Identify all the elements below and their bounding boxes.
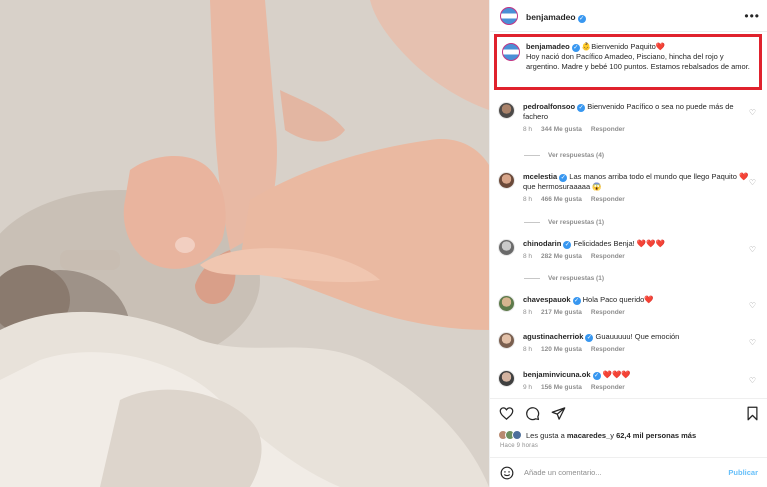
share-icon[interactable] bbox=[550, 406, 566, 422]
avatar bbox=[512, 430, 522, 440]
comment-like-heart-icon[interactable]: ♡ bbox=[749, 376, 756, 385]
post-header: benjamadeo ✓ ••• bbox=[490, 0, 767, 32]
post-photo[interactable] bbox=[0, 0, 489, 487]
caption-highlight-box: benjamadeo ✓ 👶Bienvenido Paquito❤️ Hoy na… bbox=[494, 34, 762, 90]
verified-badge-icon: ✓ bbox=[563, 241, 572, 249]
more-horizontal-icon[interactable]: ••• bbox=[744, 9, 760, 23]
caption-title: 👶Bienvenido Paquito❤️ bbox=[581, 42, 666, 51]
avatar[interactable] bbox=[500, 6, 518, 25]
comment-item: agustinacherriok ✓ Guauuuuu! Que emoción … bbox=[498, 332, 760, 355]
comment-text: Hola Paco querido❤️ bbox=[582, 295, 654, 304]
view-replies-button[interactable]: Ver respuestas (1) bbox=[524, 219, 604, 226]
reply-button[interactable]: Responder bbox=[591, 253, 625, 260]
comment-likes[interactable]: 120 Me gusta bbox=[541, 346, 582, 353]
comment-like-heart-icon[interactable]: ♡ bbox=[749, 338, 756, 347]
post-actions-bar bbox=[490, 398, 767, 428]
reply-button[interactable]: Responder bbox=[591, 309, 625, 316]
likes-others[interactable]: 62,4 mil personas más bbox=[616, 431, 696, 440]
avatar[interactable] bbox=[498, 370, 515, 387]
avatar[interactable] bbox=[498, 102, 515, 119]
comment-time: 8 h bbox=[523, 125, 533, 133]
verified-badge-icon: ✓ bbox=[572, 297, 581, 305]
comment-likes[interactable]: 217 Me gusta bbox=[541, 309, 582, 316]
comment-text: ❤️❤️❤️ bbox=[602, 370, 631, 379]
publish-button[interactable]: Publicar bbox=[728, 468, 758, 477]
verified-badge-icon: ✓ bbox=[577, 14, 586, 23]
comment-item: pedroalfonsoo ✓ Bienvenido Pacífico o sea… bbox=[498, 102, 760, 134]
comment-likes[interactable]: 466 Me gusta bbox=[541, 196, 582, 203]
comment-like-heart-icon[interactable]: ♡ bbox=[749, 178, 756, 187]
comment-time: 8 h bbox=[523, 346, 533, 353]
emoji-icon[interactable] bbox=[500, 466, 514, 480]
avatar[interactable] bbox=[498, 172, 515, 189]
comment-likes[interactable]: 282 Me gusta bbox=[541, 253, 582, 260]
post-caption: benjamadeo ✓ 👶Bienvenido Paquito❤️ Hoy na… bbox=[526, 42, 754, 87]
likes-first-user[interactable]: macaredes_ bbox=[567, 431, 610, 440]
verified-badge-icon: ✓ bbox=[592, 372, 601, 380]
likes-prefix: Les gusta a bbox=[526, 430, 565, 440]
post-side-panel: benjamadeo ✓ ••• benjamadeo ✓ 👶Bienvenido … bbox=[489, 0, 767, 487]
comment-item: benjaminvicuna.ok ✓ ❤️❤️❤️ 9 h 156 Me gust… bbox=[498, 370, 760, 393]
reply-button[interactable]: Responder bbox=[591, 384, 625, 391]
comment-input[interactable] bbox=[524, 468, 729, 477]
likes-joiner: y bbox=[610, 430, 614, 440]
comment-likes[interactable]: 344 Me gusta bbox=[541, 126, 582, 133]
comment-time: 9 h bbox=[523, 384, 533, 391]
heart-icon[interactable] bbox=[498, 406, 514, 422]
bookmark-icon[interactable] bbox=[744, 406, 760, 422]
likes-summary: Les gusta a macaredes_y 62,4 mil persona… bbox=[498, 430, 696, 440]
caption-body: Hoy nació don Pacífico Amadeo, Pisciano,… bbox=[526, 52, 750, 71]
reply-button[interactable]: Responder bbox=[591, 346, 625, 353]
verified-badge-icon: ✓ bbox=[577, 104, 586, 112]
verified-badge-icon: ✓ bbox=[571, 44, 580, 52]
comment-time: 8 h bbox=[523, 309, 533, 316]
comment-text: Felicidades Benja! ❤️❤️❤️ bbox=[573, 239, 665, 248]
comment-item: chavespauok ✓ Hola Paco querido❤️ 8 h 217 … bbox=[498, 295, 760, 318]
author-username[interactable]: benjamadeo ✓ bbox=[526, 7, 586, 25]
verified-badge-icon: ✓ bbox=[585, 334, 594, 342]
view-replies-button[interactable]: Ver respuestas (4) bbox=[524, 152, 604, 159]
avatar[interactable] bbox=[502, 43, 520, 61]
reply-button[interactable]: Responder bbox=[591, 196, 625, 203]
comment-like-heart-icon[interactable]: ♡ bbox=[749, 245, 756, 254]
post-photo-illustration bbox=[0, 0, 489, 487]
comment-likes[interactable]: 156 Me gusta bbox=[541, 384, 582, 391]
comment-item: mcelestia ✓ Las manos arriba todo el mund… bbox=[498, 172, 760, 204]
add-comment-bar: Publicar bbox=[490, 457, 767, 487]
comment-like-heart-icon[interactable]: ♡ bbox=[749, 301, 756, 310]
caption-username[interactable]: benjamadeo bbox=[526, 42, 570, 51]
comment-time: 8 h bbox=[523, 195, 533, 203]
comment-time: 8 h bbox=[523, 253, 533, 260]
verified-badge-icon: ✓ bbox=[559, 174, 568, 182]
avatar[interactable] bbox=[498, 239, 515, 256]
reply-button[interactable]: Responder bbox=[591, 126, 625, 133]
comment-text: Guauuuuu! Que emoción bbox=[595, 332, 680, 341]
view-replies-button[interactable]: Ver respuestas (1) bbox=[524, 275, 604, 282]
avatar[interactable] bbox=[498, 332, 515, 349]
comment-item: chinodarin ✓ Felicidades Benja! ❤️❤️❤️ 8 … bbox=[498, 239, 760, 262]
post-time-ago: Hace 9 horas bbox=[500, 443, 539, 449]
avatar[interactable] bbox=[498, 295, 515, 312]
comment-like-heart-icon[interactable]: ♡ bbox=[749, 108, 756, 117]
comments-scroll[interactable]: benjamadeo ✓ 👶Bienvenido Paquito❤️ Hoy na… bbox=[490, 32, 767, 398]
comment-icon[interactable] bbox=[524, 406, 540, 422]
